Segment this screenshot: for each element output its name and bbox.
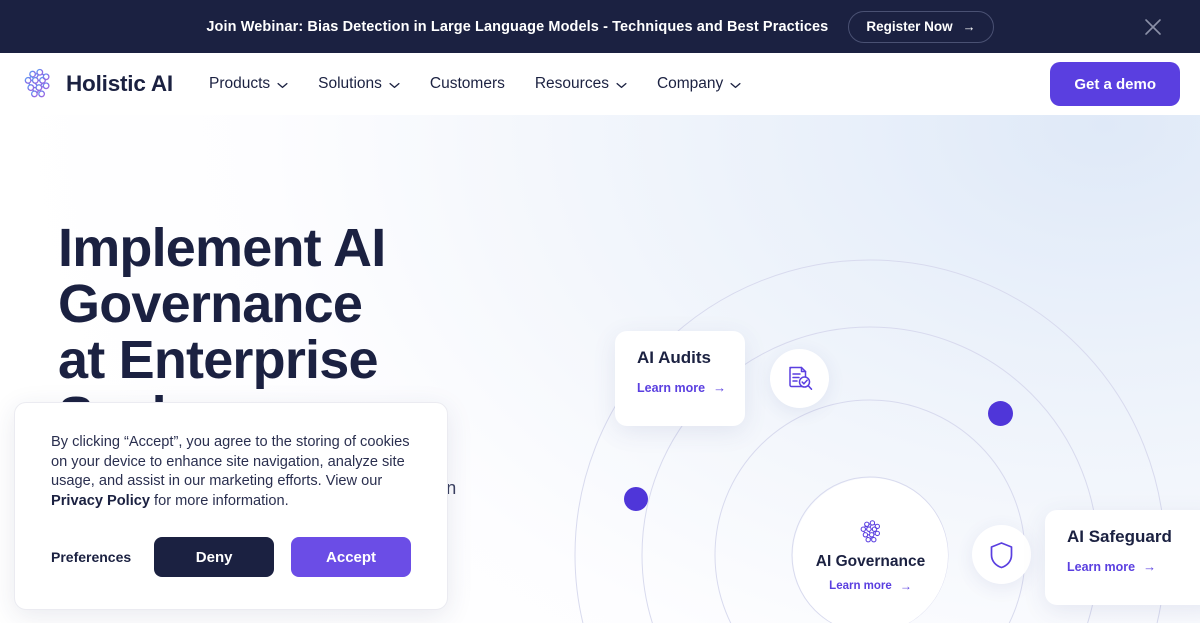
hero-title-line-3: at Enterprise	[58, 330, 379, 390]
announcement-banner: Join Webinar: Bias Detection in Large La…	[0, 0, 1200, 53]
card-ai-safeguard-title: AI Safeguard	[1067, 527, 1172, 546]
cookie-text-part-2: for more information.	[149, 492, 289, 509]
card-ai-audits-title: AI Audits	[637, 348, 711, 367]
nav-item-products-label: Products	[208, 75, 271, 92]
hero-title-line-1: Implement AI	[58, 218, 386, 278]
cookie-consent-actions: Preferences Deny Accept	[51, 537, 411, 577]
cookie-text-part-1: By clicking “Accept”, you agree to the s…	[51, 434, 410, 489]
page-root: Join Webinar: Bias Detection in Large La…	[0, 0, 1200, 623]
learn-more-label: Learn more	[829, 579, 892, 592]
cookie-consent-text: By clicking “Accept”, you agree to the s…	[51, 433, 411, 511]
nav-item-solutions[interactable]: Solutions	[318, 75, 400, 93]
chevron-down-icon	[277, 82, 288, 88]
holistic-ai-lattice-logo-icon	[860, 520, 880, 543]
nav-item-resources[interactable]: Resources	[535, 75, 627, 93]
register-now-button[interactable]: Register Now →	[848, 10, 994, 43]
orbit-center-learn-more-link[interactable]: Learn more →	[829, 579, 912, 593]
learn-more-label: Learn more	[637, 380, 706, 395]
holistic-ai-lattice-logo-icon	[24, 68, 50, 98]
preferences-button[interactable]: Preferences	[51, 549, 137, 565]
document-magnifier-check-icon[interactable]	[770, 349, 829, 408]
shield-icon[interactable]	[972, 525, 1031, 584]
chevron-down-icon	[616, 82, 627, 88]
cookie-consent-dialog: By clicking “Accept”, you agree to the s…	[14, 402, 448, 610]
nav-item-solutions-label: Solutions	[318, 75, 382, 92]
arrow-right-icon: →	[962, 19, 976, 34]
main-navigation: Holistic AI Products Solutions Customers…	[0, 53, 1200, 115]
deny-button[interactable]: Deny	[154, 537, 275, 577]
nav-item-customers-label: Customers	[429, 75, 505, 92]
accept-button[interactable]: Accept	[291, 537, 411, 577]
card-ai-safeguard-learn-more-link[interactable]: Learn more →	[1067, 559, 1156, 574]
nav-links: Products Solutions Customers Resources C…	[209, 75, 741, 93]
orbit-center-title: AI Governance	[815, 553, 926, 571]
brand-logo-link[interactable]: Holistic AI	[20, 66, 173, 102]
card-ai-audits-learn-more-link[interactable]: Learn more →	[637, 380, 726, 395]
brand-name: Holistic AI	[66, 71, 173, 96]
privacy-policy-link[interactable]: Privacy Policy	[51, 493, 150, 509]
arrow-right-icon: →	[899, 578, 912, 593]
arrow-right-icon: →	[1143, 559, 1157, 574]
nav-item-products[interactable]: Products	[209, 75, 288, 93]
chevron-down-icon	[730, 82, 741, 88]
chevron-down-icon	[389, 82, 400, 88]
learn-more-label: Learn more	[1067, 559, 1136, 574]
get-a-demo-button[interactable]: Get a demo	[1050, 62, 1180, 106]
arrow-right-icon: →	[713, 380, 727, 395]
announcement-text: Join Webinar: Bias Detection in Large La…	[206, 18, 829, 35]
nav-item-customers[interactable]: Customers	[430, 75, 505, 93]
nav-item-resources-label: Resources	[534, 75, 609, 92]
register-now-label: Register Now	[866, 19, 953, 34]
card-ai-safeguard[interactable]: AI Safeguard Learn more →	[1045, 510, 1200, 605]
nav-item-company-label: Company	[656, 75, 724, 92]
card-ai-audits[interactable]: AI Audits Learn more →	[615, 331, 745, 426]
hero-title-line-2: Governance	[58, 274, 363, 334]
close-icon[interactable]	[1140, 14, 1166, 40]
orbit-dot-top-right	[988, 401, 1013, 426]
orbit-center-ai-governance[interactable]: AI Governance Learn more →	[793, 478, 948, 623]
nav-item-company[interactable]: Company	[657, 75, 741, 93]
